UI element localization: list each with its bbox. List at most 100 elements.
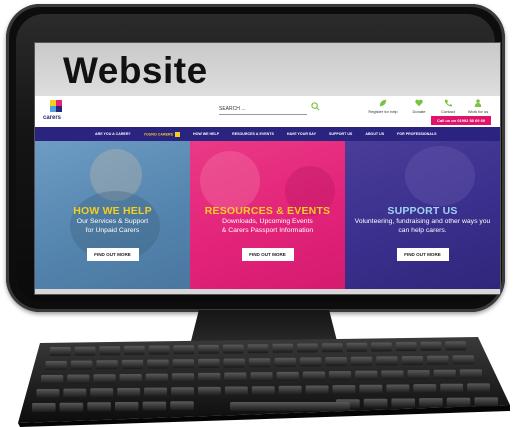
keyboard-key — [198, 386, 221, 396]
keyboard-key — [45, 361, 67, 370]
search-input[interactable]: SEARCH ... — [219, 106, 245, 112]
keyboard-key — [328, 371, 352, 381]
keyboard-key — [278, 385, 302, 395]
panel-resources-events: RESOURCES & EVENTS Downloads, Upcoming E… — [190, 141, 345, 289]
nav-for-professionals[interactable]: FOR PROFESSIONALS — [397, 132, 436, 136]
keyboard-key — [272, 343, 294, 353]
keyboard-key — [251, 386, 275, 396]
keyboard-key — [381, 370, 404, 380]
keyboard-key — [96, 360, 118, 370]
find-out-more-button[interactable]: FIND OUT MORE — [241, 247, 294, 261]
keyboard-key — [173, 345, 195, 355]
nav-young-carers[interactable]: YOUNG CARERS — [144, 131, 180, 137]
leaf-icon — [379, 99, 387, 107]
keyboard-key — [198, 358, 220, 368]
nav-resources-events[interactable]: RESOURCES & EVENTS — [232, 132, 274, 136]
keyboard-key — [350, 356, 373, 366]
keyboard-key — [446, 397, 471, 407]
search-icon[interactable] — [311, 102, 320, 111]
keyboard-key — [93, 374, 116, 384]
phone-icon — [444, 99, 452, 107]
keyboard-key — [395, 342, 417, 352]
keyboard-key — [419, 398, 443, 408]
keyboard-key — [459, 369, 482, 379]
panel-resources-events-desc-2: & Carers Passport Information — [221, 227, 314, 235]
keyboard-key — [276, 371, 299, 381]
keyboard-key — [198, 372, 221, 382]
keyboard-key — [445, 341, 466, 351]
keyboard-key — [407, 370, 430, 380]
keyboard-key — [41, 375, 64, 384]
keyboard-key — [297, 343, 318, 353]
keyboard-key — [59, 402, 84, 412]
panel-support-us-title: SUPPORT US — [387, 205, 458, 217]
keyboard-key — [171, 387, 194, 397]
keyboard-key — [172, 359, 195, 369]
keyboard-key — [87, 402, 111, 412]
keyboard-key — [63, 388, 87, 398]
keyboard-key — [70, 360, 93, 370]
panel-how-we-help-title: HOW WE HELP — [73, 205, 152, 217]
keyboard-key — [99, 346, 121, 356]
keyboard-key — [302, 371, 325, 381]
nav-support-us[interactable]: SUPPORT US — [329, 132, 352, 136]
panel-support-us-content: SUPPORT US Volunteering, fundraising and… — [345, 205, 500, 261]
keyboard-key — [247, 344, 269, 354]
keyboard-key — [198, 344, 219, 354]
keyboard-key — [321, 343, 343, 353]
nav-are-you-a-carer[interactable]: ARE YOU A CARER? — [95, 132, 131, 136]
keyboard-key — [121, 359, 144, 369]
logo-text: carers — [43, 115, 62, 121]
keyboard-key — [391, 398, 415, 408]
hero-panels: HOW WE HELP Our Services & Support for U… — [35, 141, 500, 289]
keyboard-key — [433, 369, 456, 379]
keyboard-key — [305, 385, 329, 395]
keyboard-key — [452, 355, 474, 365]
work-for-us-link[interactable]: Work for us — [460, 99, 496, 114]
keyboard-key — [346, 342, 368, 352]
panel-how-we-help-desc-1: Our Services & Support — [76, 218, 149, 225]
keyboard-key — [171, 373, 195, 383]
keyboard-key — [355, 370, 378, 380]
title-band: Website — [35, 43, 500, 96]
keyboard-key — [114, 402, 139, 411]
keyboard-key — [413, 384, 437, 394]
keyboard-key — [420, 341, 442, 351]
call-us-button[interactable]: Call us on 01992 58 69 69 — [431, 116, 491, 125]
slide-title: Website — [63, 50, 208, 91]
keyboard-key — [386, 384, 410, 394]
site-header: carers SEARCH ... Register for help Dona… — [35, 96, 500, 125]
nav-how-we-help[interactable]: HOW WE HELP — [193, 132, 219, 136]
keyboard-key — [274, 357, 296, 367]
keyboard-key — [427, 355, 449, 365]
keyboard-key — [325, 357, 347, 367]
find-out-more-button[interactable]: FIND OUT MORE — [396, 247, 449, 261]
register-for-help-label: Register for help — [368, 109, 398, 114]
panel-support-us: SUPPORT US Volunteering, fundraising and… — [345, 141, 500, 289]
keyboard-key — [222, 344, 244, 354]
panel-support-us-desc-1: Volunteering, fundraising and other ways… — [354, 218, 491, 225]
person-icon — [474, 99, 482, 107]
keyboard-key — [371, 342, 392, 352]
keyboard-key — [124, 345, 145, 355]
nav-about-us[interactable]: ABOUT US — [365, 132, 384, 136]
keyboard-key — [250, 372, 273, 382]
register-for-help-link[interactable]: Register for help — [365, 99, 401, 114]
keyboard-key — [249, 358, 271, 368]
monitor-frame: Website carers SEARCH ... Register for h… — [6, 4, 505, 312]
panel-resources-events-content: RESOURCES & EVENTS Downloads, Upcoming E… — [190, 205, 345, 261]
keyboard-key — [401, 356, 424, 366]
keyboard-key — [90, 388, 114, 398]
keyboard-key — [440, 383, 464, 393]
keyboard-key — [142, 401, 167, 411]
monitor-screen: Website carers SEARCH ... Register for h… — [34, 42, 501, 295]
nav-have-your-say[interactable]: HAVE YOUR SAY — [287, 132, 316, 136]
photo-blur-shape — [405, 146, 475, 206]
heart-icon — [415, 99, 423, 107]
keyboard-key — [359, 384, 383, 394]
find-out-more-button[interactable]: FIND OUT MORE — [86, 247, 139, 261]
keyboard-key — [36, 389, 60, 398]
keyboard-key — [363, 398, 388, 408]
search-underline — [219, 114, 307, 115]
panel-how-we-help-content: HOW WE HELP Our Services & Support for U… — [35, 205, 190, 261]
